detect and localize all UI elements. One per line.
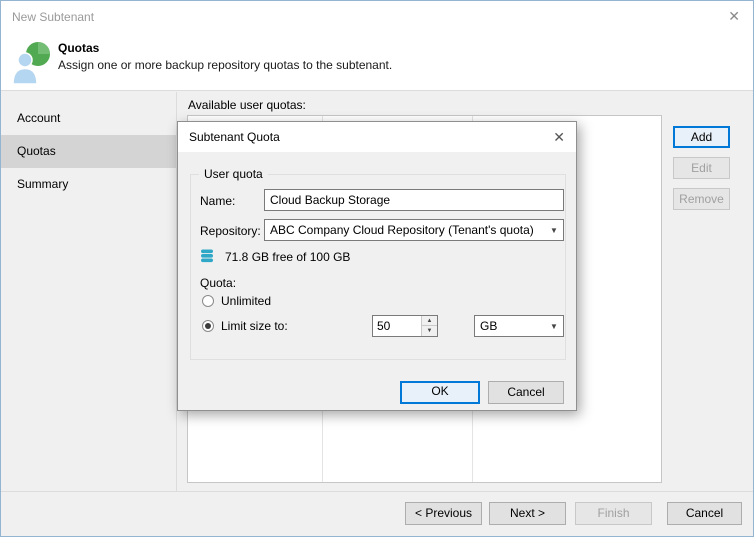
add-button[interactable]: Add xyxy=(673,126,730,148)
chevron-down-icon: ▼ xyxy=(550,225,558,235)
sidebar-item-quotas[interactable]: Quotas xyxy=(1,135,176,168)
limit-size-input[interactable] xyxy=(373,316,421,336)
ok-button[interactable]: OK xyxy=(400,381,480,404)
user-quota-group-label: User quota xyxy=(199,167,268,181)
stepper-buttons: ▲ ▼ xyxy=(421,316,437,336)
step-subtitle: Assign one or more backup repository quo… xyxy=(58,58,393,72)
size-unit-selected-value: GB xyxy=(480,319,498,333)
sidebar-item-summary[interactable]: Summary xyxy=(1,168,176,201)
limit-size-radio-label[interactable]: Limit size to: xyxy=(221,319,288,333)
quota-label: Quota: xyxy=(200,276,237,290)
name-label: Name: xyxy=(200,194,236,208)
limit-size-stepper[interactable]: ▲ ▼ xyxy=(372,315,438,337)
subtenant-quotas-icon xyxy=(12,41,52,85)
repository-dropdown[interactable]: ABC Company Cloud Repository (Tenant's q… xyxy=(264,219,564,241)
stepper-up-icon[interactable]: ▲ xyxy=(422,316,437,326)
previous-button[interactable]: < Previous xyxy=(405,502,482,525)
window-title: New Subtenant xyxy=(12,10,95,24)
limit-size-radio[interactable] xyxy=(202,320,214,332)
unlimited-radio-label[interactable]: Unlimited xyxy=(221,294,271,308)
stepper-down-icon[interactable]: ▼ xyxy=(422,326,437,336)
cancel-button[interactable]: Cancel xyxy=(667,502,742,525)
top-band: New Subtenant ✕ Quotas Assign one or mor… xyxy=(1,1,753,91)
chevron-down-icon: ▼ xyxy=(550,321,558,331)
name-input[interactable] xyxy=(264,189,564,211)
remove-button: Remove xyxy=(673,188,730,210)
window-close-icon[interactable]: ✕ xyxy=(728,8,740,25)
wizard-steps-sidebar: Account Quotas Summary xyxy=(1,92,177,491)
unlimited-radio[interactable] xyxy=(202,295,214,307)
size-unit-dropdown[interactable]: GB ▼ xyxy=(474,315,564,337)
dialog-close-icon[interactable]: ✕ xyxy=(553,129,565,146)
repository-selected-value: ABC Company Cloud Repository (Tenant's q… xyxy=(270,223,534,237)
dialog-cancel-button[interactable]: Cancel xyxy=(488,381,564,404)
free-space-text: 71.8 GB free of 100 GB xyxy=(225,250,351,264)
dialog-title: Subtenant Quota xyxy=(189,130,280,144)
new-subtenant-window: New Subtenant ✕ Quotas Assign one or mor… xyxy=(0,0,754,537)
footer-divider xyxy=(1,491,753,492)
sidebar-item-account[interactable]: Account xyxy=(1,102,176,135)
dialog-titlebar: Subtenant Quota ✕ xyxy=(178,122,576,152)
subtenant-quota-dialog: Subtenant Quota ✕ User quota Name: Repos… xyxy=(177,121,577,411)
step-title: Quotas xyxy=(58,41,100,55)
finish-button: Finish xyxy=(575,502,652,525)
edit-button: Edit xyxy=(673,157,730,179)
available-quotas-label: Available user quotas: xyxy=(188,98,306,112)
repository-label: Repository: xyxy=(200,224,261,238)
next-button[interactable]: Next > xyxy=(489,502,566,525)
repository-storage-icon xyxy=(199,248,215,264)
